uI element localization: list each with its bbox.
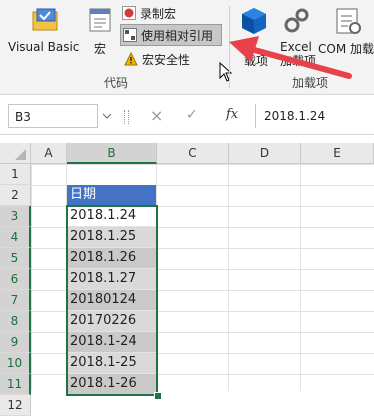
column-header-b[interactable]: B <box>67 143 157 164</box>
table-header-cell[interactable]: 日期 <box>67 185 157 206</box>
column-header-c[interactable]: C <box>157 143 229 164</box>
row-header[interactable]: 4 <box>0 227 31 248</box>
row-header[interactable]: 5 <box>0 248 31 269</box>
use-relative-references-button[interactable]: 使用相对引用 <box>120 24 222 46</box>
record-macro-button[interactable]: 录制宏 <box>122 4 176 22</box>
macros-icon <box>89 8 111 32</box>
warning-icon <box>124 52 138 66</box>
row-header[interactable]: 11 <box>0 374 31 395</box>
row-header[interactable]: 3 <box>0 206 31 227</box>
relative-references-icon <box>123 28 137 42</box>
row-header[interactable]: 8 <box>0 311 31 332</box>
macros-button[interactable]: 宏 <box>86 4 116 56</box>
row-header[interactable]: 1 <box>0 164 31 185</box>
code-group-label: 代码 <box>104 76 129 90</box>
row-header[interactable]: 2 <box>0 185 31 206</box>
name-box-dropdown-icon[interactable] <box>102 112 112 120</box>
record-icon <box>122 6 136 20</box>
gridline <box>300 164 301 391</box>
selection-range <box>66 205 158 396</box>
row-header[interactable]: 12 <box>0 395 31 416</box>
visual-basic-button[interactable]: Visual Basic <box>4 4 84 56</box>
macro-security-button[interactable]: 宏安全性 <box>124 50 190 68</box>
visual-basic-label: Visual Basic <box>8 40 80 54</box>
record-macro-label: 录制宏 <box>140 6 177 21</box>
enter-icon[interactable]: ✓ <box>186 107 198 123</box>
visual-basic-icon <box>32 8 58 31</box>
row-header[interactable]: 10 <box>0 353 31 374</box>
macro-security-label: 宏安全性 <box>142 52 191 67</box>
row-header[interactable]: 9 <box>0 332 31 353</box>
column-header-a[interactable]: A <box>31 143 67 164</box>
select-all-corner[interactable] <box>0 143 31 164</box>
fill-handle[interactable] <box>154 392 162 400</box>
column-header-d[interactable]: D <box>229 143 301 164</box>
row-header[interactable]: 6 <box>0 269 31 290</box>
name-box[interactable]: B3 <box>8 104 98 128</box>
formula-input[interactable]: 2018.1.24 <box>255 104 374 128</box>
red-arrow-icon <box>229 36 352 79</box>
column-header-e[interactable]: E <box>301 143 374 164</box>
gridline <box>228 164 229 391</box>
macros-label: 宏 <box>94 42 107 56</box>
row-header[interactable]: 7 <box>0 290 31 311</box>
insert-function-icon[interactable]: fx <box>226 107 238 122</box>
use-relative-references-label: 使用相对引用 <box>141 28 214 43</box>
formula-bar-divider <box>124 110 129 124</box>
cancel-icon[interactable]: × <box>150 106 163 125</box>
